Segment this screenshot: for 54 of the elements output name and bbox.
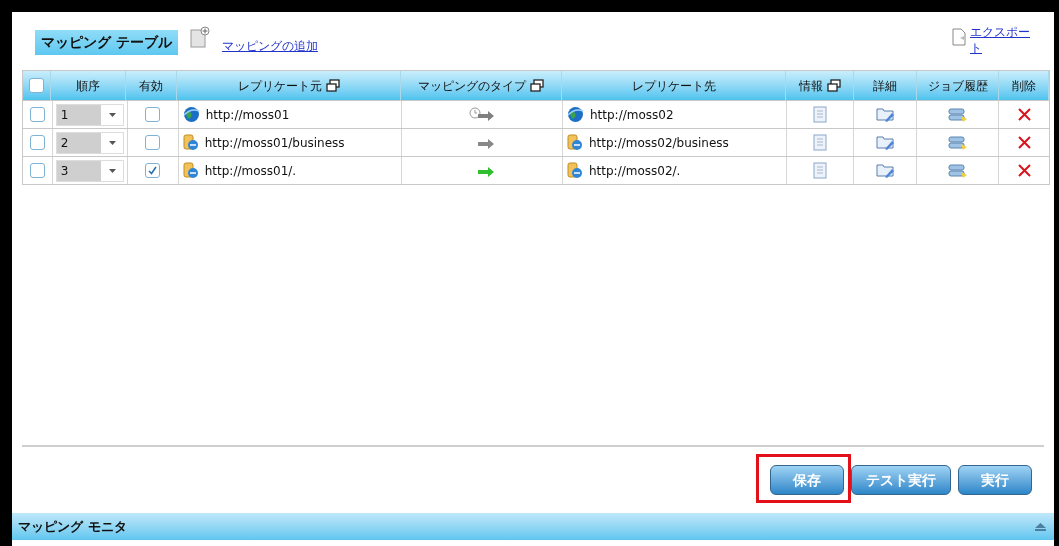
target-url: http://moss02/business (588, 134, 729, 152)
source-url: http://moss01/business (204, 134, 345, 152)
folder-pencil-icon[interactable] (875, 134, 895, 151)
server-list-icon[interactable] (947, 106, 968, 123)
column-header: ジョブ履歴 (917, 71, 999, 100)
section-title: マッピング テーブル (35, 30, 178, 55)
target-url: http://moss02 (589, 106, 674, 124)
enabled-checkbox[interactable] (145, 163, 161, 178)
delete-icon[interactable] (1016, 107, 1032, 122)
add-mapping-link[interactable]: マッピングの追加 (221, 37, 318, 55)
column-header: 情報 (786, 71, 854, 100)
column-header: 有効 (126, 71, 177, 100)
row-checkbox[interactable] (29, 163, 45, 178)
add-document-icon[interactable] (189, 26, 210, 48)
enabled-checkbox[interactable] (145, 107, 161, 122)
dropdown-caret-icon[interactable] (108, 168, 116, 173)
delete-icon[interactable] (1016, 163, 1032, 178)
collapse-icon[interactable] (1035, 522, 1046, 531)
monitor-title: マッピング モニタ (18, 517, 127, 536)
globe-icon (182, 106, 200, 123)
folder-pencil-icon[interactable] (875, 162, 895, 179)
row-checkbox[interactable] (29, 107, 45, 122)
column-header: レプリケート元 (177, 71, 401, 100)
order-select[interactable]: 3 (55, 159, 124, 182)
server-list-icon[interactable] (947, 162, 968, 179)
target-url: http://moss02/. (588, 162, 681, 180)
popout-icon[interactable] (325, 79, 340, 92)
select-all-checkbox[interactable] (29, 78, 44, 93)
column-header: 削除 (999, 71, 1049, 100)
column-header: マッピングのタイプ (401, 71, 562, 100)
popout-icon[interactable] (530, 79, 544, 92)
source-url: http://moss01 (205, 106, 290, 124)
site-icon (566, 134, 583, 151)
monitor-bar[interactable]: マッピング モニタ (12, 513, 1054, 540)
dropdown-caret-icon[interactable] (108, 112, 116, 117)
order-select[interactable]: 1 (55, 103, 124, 126)
column-header: レプリケート先 (562, 71, 786, 100)
site-icon (182, 134, 199, 151)
site-icon (182, 162, 199, 179)
source-url: http://moss01/. (204, 162, 297, 180)
column-header: 順序 (51, 71, 126, 100)
delete-icon[interactable] (1016, 135, 1032, 150)
order-select[interactable]: 2 (55, 131, 124, 154)
server-list-icon[interactable] (947, 134, 968, 151)
globe-icon (566, 106, 584, 123)
enabled-checkbox[interactable] (145, 135, 161, 150)
folder-pencil-icon[interactable] (875, 106, 895, 123)
popout-icon[interactable] (826, 79, 841, 92)
dropdown-caret-icon[interactable] (108, 140, 116, 145)
export-link[interactable]: エクスポート (970, 24, 1032, 56)
column-header: 詳細 (854, 71, 917, 100)
site-icon (566, 162, 583, 179)
export-document-icon[interactable] (952, 28, 966, 46)
row-checkbox[interactable] (29, 135, 45, 150)
